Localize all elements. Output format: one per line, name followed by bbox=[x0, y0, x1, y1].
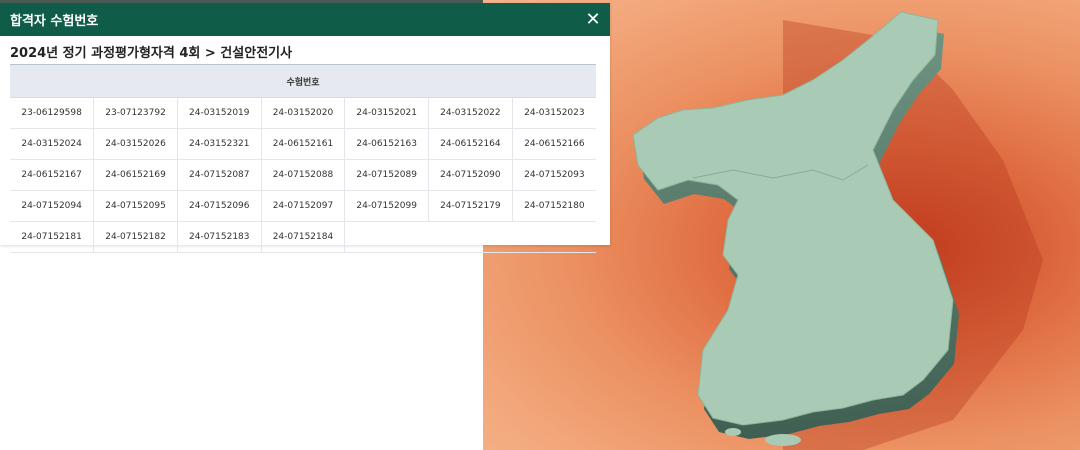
exam-number-cell: 24-03152021 bbox=[344, 97, 430, 129]
exam-number-cell: 24-07152089 bbox=[344, 159, 430, 191]
table-row: 24-07152094 24-07152095 24-07152096 24-0715… bbox=[10, 190, 596, 222]
exam-number-cell: 24-07152183 bbox=[177, 221, 262, 253]
exam-number-cell: 24-07152182 bbox=[93, 221, 178, 253]
exam-number-cell: 23-07123792 bbox=[93, 97, 178, 129]
table-body: 23-06129598 23-07123792 24-03152019 24-0315… bbox=[10, 97, 596, 253]
exam-number-cell: 24-06152169 bbox=[93, 159, 178, 191]
exam-number-cell: 24-07152095 bbox=[93, 190, 178, 222]
exam-number-cell: 24-06152164 bbox=[428, 128, 513, 160]
exam-number-cell: 24-03152321 bbox=[177, 128, 262, 160]
exam-number-table: 수험번호 23-06129598 23-07123792 24-03152019 24… bbox=[10, 64, 596, 253]
table-header: 수험번호 bbox=[10, 64, 596, 98]
exam-number-cell: 24-07152179 bbox=[428, 190, 513, 222]
table-row: 24-07152181 24-07152182 24-07152183 24-0715… bbox=[10, 221, 596, 253]
close-icon[interactable]: ✕ bbox=[584, 10, 602, 29]
exam-number-cell: 24-06152167 bbox=[10, 159, 95, 191]
exam-number-cell: 24-07152094 bbox=[10, 190, 95, 222]
table-row: 24-03152024 24-03152026 24-03152321 24-0615… bbox=[10, 128, 596, 160]
exam-number-cell: 24-03152019 bbox=[177, 97, 262, 129]
exam-number-cell: 24-07152087 bbox=[177, 159, 262, 191]
exam-number-cell: 24-07152090 bbox=[428, 159, 513, 191]
exam-number-cell: 24-03152022 bbox=[428, 97, 513, 129]
exam-number-cell: 24-07152181 bbox=[10, 221, 95, 253]
passer-number-modal: 합격자 수험번호 ✕ 2024년 정기 과정평가형자격 4회 > 건설안전기사 … bbox=[0, 3, 610, 253]
table-row: 24-06152167 24-06152169 24-07152087 24-0715… bbox=[10, 159, 596, 191]
exam-number-cell: 24-07152180 bbox=[512, 190, 596, 222]
exam-number-cell: 24-03152020 bbox=[261, 97, 346, 129]
exam-number-cell: 24-06152163 bbox=[344, 128, 430, 160]
exam-number-cell: 24-07152099 bbox=[344, 190, 430, 222]
exam-subtitle: 2024년 정기 과정평가형자격 4회 > 건설안전기사 bbox=[10, 46, 293, 61]
exam-number-cell: 24-07152088 bbox=[261, 159, 346, 191]
exam-number-cell: 24-03152026 bbox=[93, 128, 178, 160]
exam-number-cell: 24-03152023 bbox=[512, 97, 596, 129]
exam-number-cell: 24-07152093 bbox=[512, 159, 596, 191]
exam-number-cell: 24-07152184 bbox=[261, 221, 346, 253]
table-row: 23-06129598 23-07123792 24-03152019 24-0315… bbox=[10, 97, 596, 129]
exam-number-cell: 24-03152024 bbox=[10, 128, 95, 160]
exam-number-cell: 24-07152097 bbox=[261, 190, 346, 222]
exam-number-cell: 24-07152096 bbox=[177, 190, 262, 222]
modal-header: 합격자 수험번호 ✕ bbox=[0, 3, 610, 36]
exam-number-cell: 23-06129598 bbox=[10, 97, 95, 129]
modal-title: 합격자 수험번호 bbox=[10, 14, 99, 29]
empty-cell bbox=[512, 221, 596, 253]
exam-number-cell: 24-06152166 bbox=[512, 128, 596, 160]
exam-number-cell: 24-06152161 bbox=[261, 128, 346, 160]
empty-cell bbox=[344, 221, 429, 253]
empty-cell bbox=[428, 221, 513, 253]
